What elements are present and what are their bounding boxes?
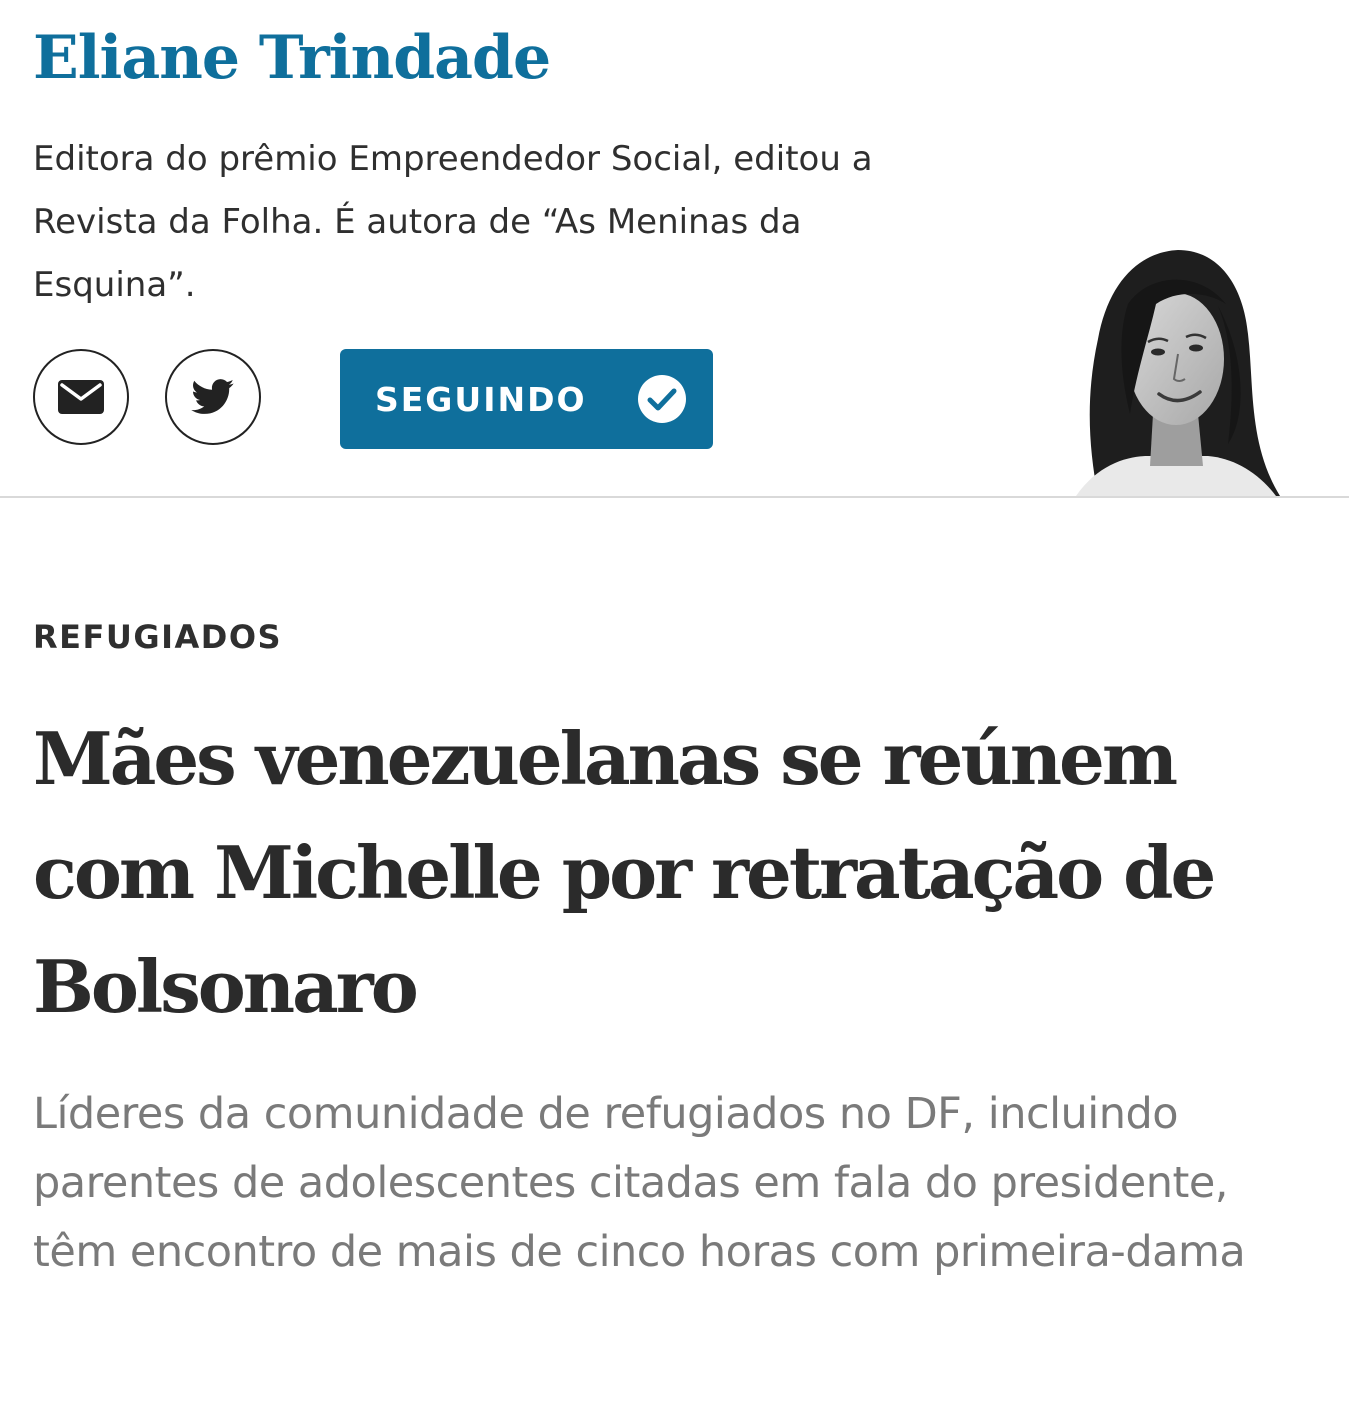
article-headline[interactable]: Mães venezuelanas se reúnem com Michelle… [33,702,1333,1044]
article-kicker[interactable]: REFUGIADOS [33,618,282,656]
check-circle-icon [638,375,686,423]
article-subheadline: Líderes da comunidade de refugiados no D… [33,1089,1246,1277]
author-photo [1076,250,1280,496]
twitter-bird-icon [191,379,234,414]
email-button[interactable] [33,349,129,445]
twitter-button[interactable] [165,349,261,445]
author-header: Eliane Trindade Editora do prêmio Empree… [0,0,1349,498]
author-name[interactable]: Eliane Trindade [33,20,551,96]
envelope-icon [58,380,104,414]
follow-button[interactable]: SEGUINDO [340,349,713,449]
follow-button-label: SEGUINDO [375,379,587,419]
author-bio: Editora do prêmio Empreendedor Social, e… [33,139,873,305]
